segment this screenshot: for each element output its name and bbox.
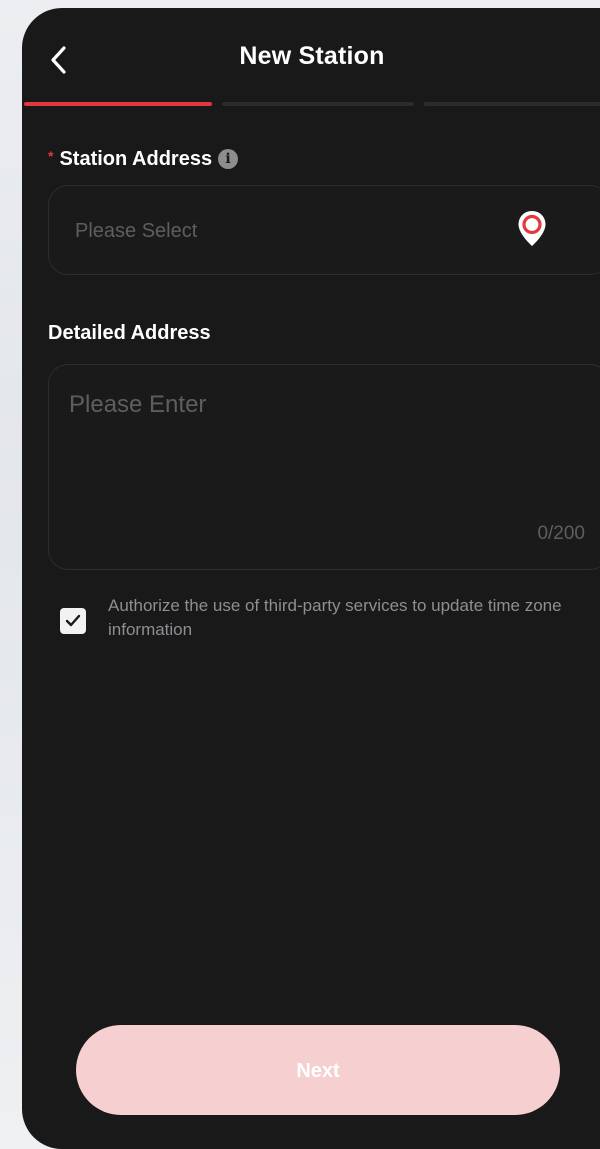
- detailed-address-placeholder: Please Enter: [69, 391, 207, 418]
- step-progress: [22, 102, 600, 106]
- screen: New Station * Station Address i Please Sel…: [22, 8, 600, 1149]
- character-counter: 0/200: [537, 523, 585, 544]
- station-address-label: * Station Address i: [48, 148, 239, 171]
- page-title: New Station: [239, 42, 385, 70]
- station-address-select[interactable]: Please Select: [48, 185, 600, 275]
- detailed-address-label: Detailed Address: [48, 322, 211, 344]
- step-indicator-3: [424, 102, 600, 106]
- header: New Station: [22, 8, 600, 102]
- timezone-consent-checkbox[interactable]: [60, 608, 86, 634]
- detailed-address-textarea[interactable]: Please Enter 0/200: [48, 364, 600, 570]
- map-pin-icon[interactable]: [515, 208, 549, 250]
- station-address-label-text: Station Address: [59, 148, 213, 170]
- next-button-label: Next: [296, 1060, 340, 1082]
- step-indicator-2: [222, 102, 414, 106]
- station-address-placeholder: Please Select: [75, 220, 198, 242]
- required-mark: *: [48, 148, 54, 164]
- checkmark-icon: [65, 614, 81, 627]
- step-indicator-1: [24, 102, 212, 106]
- timezone-consent-text: Authorize the use of third-party service…: [108, 596, 562, 639]
- info-icon[interactable]: i: [218, 149, 239, 169]
- next-button[interactable]: Next: [76, 1025, 560, 1115]
